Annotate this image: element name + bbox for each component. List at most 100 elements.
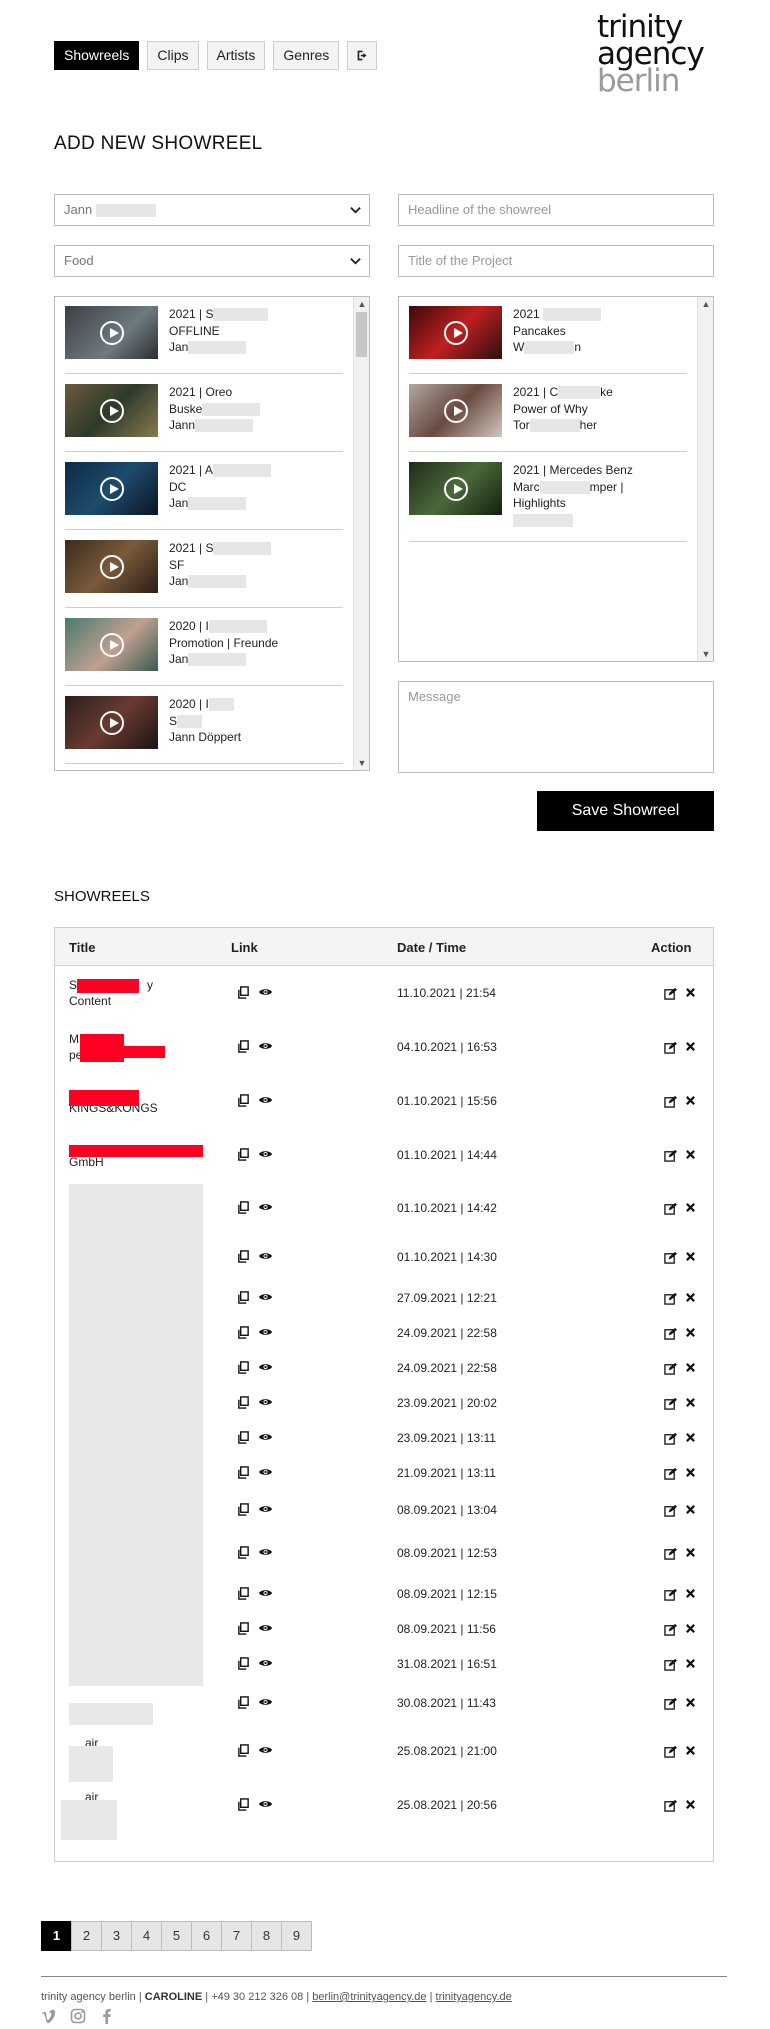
list-item[interactable]: 2021 | Oreo Buske Jann xyxy=(65,375,343,452)
artist-select[interactable]: Jann xyxy=(54,194,370,226)
copy-icon[interactable] xyxy=(237,1291,250,1304)
list-item[interactable]: 2021 Pancakes Wn xyxy=(409,297,687,374)
eye-icon[interactable] xyxy=(258,1696,273,1709)
page-8[interactable]: 8 xyxy=(251,1921,282,1951)
edit-icon[interactable] xyxy=(664,1432,677,1445)
close-icon[interactable] xyxy=(685,1623,698,1636)
close-icon[interactable] xyxy=(685,1362,698,1375)
nav-clips[interactable]: Clips xyxy=(147,41,199,70)
scroll-down-icon[interactable]: ▼ xyxy=(698,647,713,661)
edit-icon[interactable] xyxy=(664,1697,677,1710)
available-clips-list[interactable]: 2021 | S OFFLINE Jan 2021 | Oreo Buske Jann … xyxy=(54,296,370,771)
edit-icon[interactable] xyxy=(664,1202,677,1215)
eye-icon[interactable] xyxy=(258,1250,273,1263)
copy-icon[interactable] xyxy=(237,1657,250,1670)
close-icon[interactable] xyxy=(685,1697,698,1710)
edit-icon[interactable] xyxy=(664,1745,677,1758)
eye-icon[interactable] xyxy=(258,1201,273,1214)
eye-icon[interactable] xyxy=(258,1546,273,1559)
copy-icon[interactable] xyxy=(237,1744,250,1757)
headline-input[interactable]: Headline of the showreel xyxy=(398,194,714,226)
eye-icon[interactable] xyxy=(258,1798,273,1811)
edit-icon[interactable] xyxy=(664,1041,677,1054)
eye-icon[interactable] xyxy=(258,1503,273,1516)
copy-icon[interactable] xyxy=(237,986,250,999)
close-icon[interactable] xyxy=(685,1292,698,1305)
scrollbar[interactable]: ▲ ▼ xyxy=(353,297,369,770)
copy-icon[interactable] xyxy=(237,1040,250,1053)
list-item[interactable]: 2021 | Mercedes Benz Marc mper | Highlights xyxy=(409,453,687,542)
eye-icon[interactable] xyxy=(258,986,273,999)
close-icon[interactable] xyxy=(685,1658,698,1671)
copy-icon[interactable] xyxy=(237,1326,250,1339)
page-4[interactable]: 4 xyxy=(131,1921,162,1951)
edit-icon[interactable] xyxy=(664,1149,677,1162)
eye-icon[interactable] xyxy=(258,1361,273,1374)
eye-icon[interactable] xyxy=(258,1326,273,1339)
eye-icon[interactable] xyxy=(258,1466,273,1479)
copy-icon[interactable] xyxy=(237,1148,250,1161)
page-3[interactable]: 3 xyxy=(101,1921,132,1951)
page-1[interactable]: 1 xyxy=(41,1921,72,1951)
copy-icon[interactable] xyxy=(237,1466,250,1479)
email-link[interactable]: berlin@trinityagency.de xyxy=(312,1991,426,2003)
close-icon[interactable] xyxy=(685,1467,698,1480)
list-item[interactable]: 2021 | S SF Jan xyxy=(65,531,343,608)
close-icon[interactable] xyxy=(685,1041,698,1054)
eye-icon[interactable] xyxy=(258,1431,273,1444)
eye-icon[interactable] xyxy=(258,1396,273,1409)
edit-icon[interactable] xyxy=(664,1547,677,1560)
close-icon[interactable] xyxy=(685,1799,698,1812)
copy-icon[interactable] xyxy=(237,1361,250,1374)
vimeo-icon[interactable] xyxy=(41,2008,58,2025)
close-icon[interactable] xyxy=(685,1327,698,1340)
page-9[interactable]: 9 xyxy=(281,1921,312,1951)
copy-icon[interactable] xyxy=(237,1431,250,1444)
edit-icon[interactable] xyxy=(664,1362,677,1375)
copy-icon[interactable] xyxy=(237,1587,250,1600)
scroll-up-icon[interactable]: ▲ xyxy=(698,297,713,311)
close-icon[interactable] xyxy=(685,1547,698,1560)
copy-icon[interactable] xyxy=(237,1250,250,1263)
project-title-input[interactable]: Title of the Project xyxy=(398,245,714,277)
edit-icon[interactable] xyxy=(664,1327,677,1340)
close-icon[interactable] xyxy=(685,987,698,1000)
eye-icon[interactable] xyxy=(258,1040,273,1053)
copy-icon[interactable] xyxy=(237,1546,250,1559)
eye-icon[interactable] xyxy=(258,1622,273,1635)
scroll-down-icon[interactable]: ▼ xyxy=(354,756,369,770)
copy-icon[interactable] xyxy=(237,1201,250,1214)
copy-icon[interactable] xyxy=(237,1396,250,1409)
list-item[interactable]: 2021 | A DC Jan xyxy=(65,453,343,530)
eye-icon[interactable] xyxy=(258,1291,273,1304)
nav-showreels[interactable]: Showreels xyxy=(54,41,140,70)
copy-icon[interactable] xyxy=(237,1798,250,1811)
nav-genres[interactable]: Genres xyxy=(273,41,340,70)
eye-icon[interactable] xyxy=(258,1587,273,1600)
list-item[interactable]: 2021 | S OFFLINE Jan xyxy=(65,297,343,374)
copy-icon[interactable] xyxy=(237,1622,250,1635)
close-icon[interactable] xyxy=(685,1202,698,1215)
close-icon[interactable] xyxy=(685,1149,698,1162)
edit-icon[interactable] xyxy=(664,987,677,1000)
edit-icon[interactable] xyxy=(664,1467,677,1480)
scroll-up-icon[interactable]: ▲ xyxy=(354,297,369,311)
eye-icon[interactable] xyxy=(258,1094,273,1107)
close-icon[interactable] xyxy=(685,1251,698,1264)
facebook-icon[interactable] xyxy=(99,2008,116,2025)
close-icon[interactable] xyxy=(685,1504,698,1517)
page-5[interactable]: 5 xyxy=(161,1921,192,1951)
close-icon[interactable] xyxy=(685,1432,698,1445)
scrollbar[interactable]: ▲ ▼ xyxy=(697,297,713,661)
list-item[interactable]: 2021 | Cke Power of Why Tor her xyxy=(409,375,687,452)
list-item[interactable]: 2020 | I S Jann Döppert xyxy=(65,687,343,764)
page-6[interactable]: 6 xyxy=(191,1921,222,1951)
close-icon[interactable] xyxy=(685,1095,698,1108)
genre-select[interactable]: Food xyxy=(54,245,370,277)
selected-clips-list[interactable]: 2021 Pancakes Wn 2021 | Cke Power of Why To… xyxy=(398,296,714,662)
edit-icon[interactable] xyxy=(664,1623,677,1636)
close-icon[interactable] xyxy=(685,1397,698,1410)
copy-icon[interactable] xyxy=(237,1696,250,1709)
message-field[interactable] xyxy=(398,681,714,773)
logout-button[interactable] xyxy=(347,41,378,70)
